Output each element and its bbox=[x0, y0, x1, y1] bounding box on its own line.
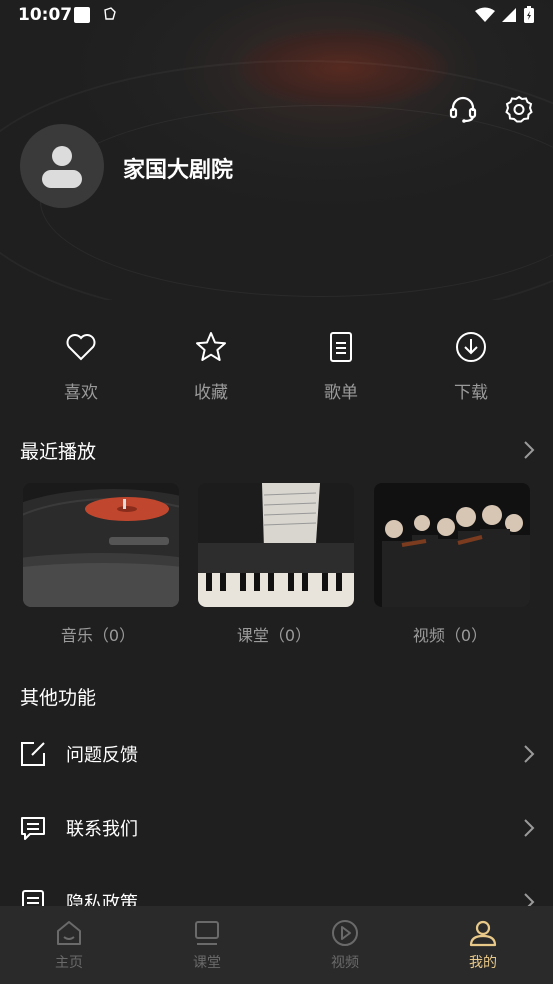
home-icon bbox=[57, 921, 81, 945]
tab-label: 主页 bbox=[55, 955, 83, 971]
user-avatar-icon bbox=[42, 146, 82, 188]
bottom-tab-bar: 主页 课堂 视频 我的 bbox=[0, 906, 553, 984]
avatar[interactable] bbox=[20, 124, 104, 208]
download-icon bbox=[456, 332, 486, 362]
orchestra-image bbox=[374, 483, 530, 607]
tab-mine[interactable]: 我的 bbox=[433, 906, 533, 984]
cell-signal-icon bbox=[502, 8, 516, 22]
tab-home[interactable]: 主页 bbox=[19, 906, 119, 984]
heart-icon bbox=[66, 334, 96, 361]
quick-action-playlist[interactable]: 歌单 bbox=[296, 330, 386, 403]
notification-note-icon bbox=[104, 7, 116, 20]
star-icon bbox=[196, 332, 226, 361]
recent-card-class[interactable] bbox=[198, 483, 354, 607]
notification-square-icon bbox=[74, 7, 90, 23]
play-icon bbox=[332, 920, 358, 946]
battery-icon bbox=[524, 6, 534, 23]
other-section-title: 其他功能 bbox=[20, 687, 97, 709]
recent-card-video[interactable] bbox=[374, 483, 530, 607]
quick-action-label: 喜欢 bbox=[64, 383, 98, 403]
list-item-contact[interactable]: 联系我们 bbox=[0, 803, 553, 853]
recent-card-music[interactable] bbox=[23, 483, 179, 607]
quick-actions: 喜欢 收藏 歌单 下载 bbox=[0, 330, 553, 410]
chevron-right-icon[interactable] bbox=[522, 440, 536, 460]
tab-video[interactable]: 视频 bbox=[295, 906, 395, 984]
quick-action-like[interactable]: 喜欢 bbox=[36, 330, 126, 403]
chevron-right-icon bbox=[524, 819, 535, 837]
tab-label: 视频 bbox=[331, 955, 359, 971]
tab-label: 我的 bbox=[469, 955, 497, 971]
user-icon bbox=[469, 920, 497, 947]
screen-icon bbox=[195, 921, 219, 945]
recent-card-label: 课堂（0） bbox=[236, 626, 312, 645]
recent-section-title: 最近播放 bbox=[20, 441, 97, 463]
status-bar: 10:07 bbox=[0, 0, 553, 32]
chevron-right-icon bbox=[524, 745, 535, 763]
recent-card-label: 视频（0） bbox=[412, 626, 488, 645]
wifi-icon bbox=[475, 7, 495, 22]
quick-action-label: 下载 bbox=[454, 383, 488, 403]
list-item-label: 联系我们 bbox=[66, 819, 138, 840]
tab-class[interactable]: 课堂 bbox=[157, 906, 257, 984]
list-item-feedback[interactable]: 问题反馈 bbox=[0, 729, 553, 779]
recent-card-label: 音乐（0） bbox=[60, 626, 136, 645]
settings-gear-icon[interactable] bbox=[504, 94, 534, 124]
username[interactable]: 家国大剧院 bbox=[123, 152, 233, 184]
list-item-label: 问题反馈 bbox=[66, 745, 138, 766]
status-time: 10:07 bbox=[18, 5, 73, 25]
quick-action-label: 歌单 bbox=[324, 383, 358, 403]
document-icon bbox=[330, 332, 352, 362]
quick-action-label: 收藏 bbox=[194, 383, 228, 403]
customer-service-headset-icon[interactable] bbox=[448, 94, 478, 124]
music-turntable-image bbox=[23, 483, 179, 607]
message-icon bbox=[21, 817, 45, 840]
piano-sheet-music-image bbox=[198, 483, 354, 607]
edit-icon bbox=[21, 742, 45, 766]
quick-action-favorite[interactable]: 收藏 bbox=[166, 330, 256, 403]
tab-label: 课堂 bbox=[193, 955, 221, 971]
quick-action-download[interactable]: 下载 bbox=[426, 330, 516, 403]
